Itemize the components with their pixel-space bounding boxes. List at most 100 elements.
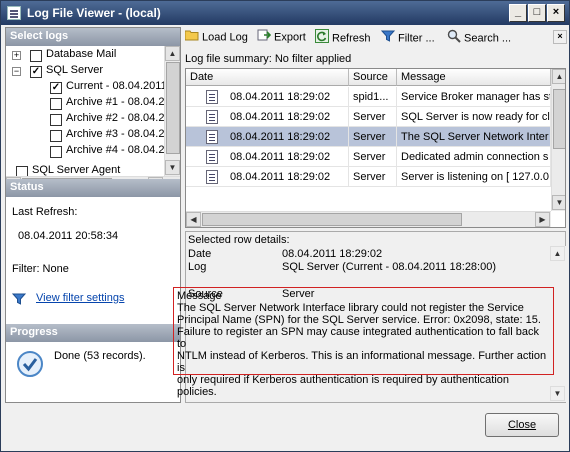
tree-item-archive-2[interactable]: Archive #2 - 08.04.20 <box>6 112 164 128</box>
tree-item-label: Archive #4 - 08.04.20 <box>66 144 164 156</box>
last-refresh-label: Last Refresh: <box>12 206 78 218</box>
row-date: 08.04.2011 18:29:02 <box>230 131 331 143</box>
scrollbar-thumb[interactable] <box>553 89 565 149</box>
maximize-icon: □ <box>533 6 541 18</box>
log-entry-icon <box>206 130 218 144</box>
scroll-up-icon[interactable]: ▲ <box>550 246 565 261</box>
load-log-button[interactable]: Load Log <box>184 29 248 47</box>
column-header-date[interactable]: Date <box>186 69 349 86</box>
close-button-label: Close <box>507 419 537 431</box>
table-row[interactable]: 08.04.2011 18:29:02 Server Server is lis… <box>186 167 551 187</box>
checkbox[interactable] <box>50 130 62 142</box>
view-filter-settings-link[interactable]: View filter settings <box>36 292 124 304</box>
log-entry-icon <box>206 170 218 184</box>
checkbox[interactable] <box>50 98 62 110</box>
log-label: Log <box>188 261 207 273</box>
progress-status: Done (53 records). <box>54 350 146 362</box>
row-date: 08.04.2011 18:29:02 <box>230 111 331 123</box>
log-value: SQL Server (Current - 08.04.2011 18:28:0… <box>282 261 497 273</box>
tree-vertical-scrollbar[interactable]: ▲ ▼ <box>164 46 180 176</box>
refresh-label: Refresh <box>332 32 371 45</box>
close-window-button[interactable]: × <box>547 4 565 22</box>
close-icon: × <box>557 31 563 41</box>
title-bar[interactable]: Log File Viewer - (local) _ □ × <box>1 1 569 25</box>
row-source: Server <box>349 167 397 187</box>
minimize-icon: _ <box>514 6 522 18</box>
refresh-button[interactable]: Refresh <box>315 29 371 47</box>
scroll-up-icon[interactable]: ▲ <box>165 46 180 61</box>
tree-item-current[interactable]: ✓ Current - 08.04.2011 1 <box>6 80 164 96</box>
checkbox[interactable] <box>30 50 42 62</box>
checkbox-checked[interactable]: ✓ <box>30 66 42 78</box>
app-icon <box>7 6 21 20</box>
tree-item-archive-4[interactable]: Archive #4 - 08.04.20 <box>6 144 164 160</box>
message-line: Failure to register an SPN may cause int… <box>177 326 539 350</box>
export-icon <box>257 29 272 46</box>
message-label: Message <box>177 290 222 302</box>
export-button[interactable]: Export <box>257 29 306 47</box>
tree-item-sql-server-agent[interactable]: SQL Server Agent <box>6 164 164 176</box>
row-source: Server <box>349 147 397 167</box>
table-row[interactable]: 08.04.2011 18:29:02 Server SQL Server is… <box>186 107 551 127</box>
grid-vertical-scrollbar[interactable]: ▲ ▼ <box>551 69 565 211</box>
tree-item-sql-server[interactable]: − ✓ SQL Server <box>6 64 164 80</box>
minimize-button[interactable]: _ <box>509 4 527 22</box>
scrollbar-thumb[interactable] <box>202 213 462 226</box>
expand-icon[interactable]: + <box>12 51 21 60</box>
filter-icon <box>380 29 396 48</box>
row-message: The SQL Server Network Inter <box>397 127 551 147</box>
message-line: only required if Kerberos authentication… <box>177 374 510 398</box>
done-check-icon <box>16 350 44 378</box>
close-button[interactable]: Close <box>485 413 559 437</box>
tree-item-label: Archive #3 - 08.04.20 <box>66 128 164 140</box>
row-source: Server <box>349 127 397 147</box>
status-heading: Status <box>6 179 180 197</box>
collapse-icon[interactable]: − <box>12 67 21 76</box>
scroll-up-icon[interactable]: ▲ <box>552 69 565 84</box>
scrollbar-thumb[interactable] <box>166 62 180 154</box>
scroll-down-icon[interactable]: ▼ <box>552 195 565 210</box>
search-icon <box>447 29 461 48</box>
folder-icon <box>184 29 199 46</box>
table-row[interactable]: 08.04.2011 18:29:02 Server Dedicated adm… <box>186 147 551 167</box>
checkbox-checked[interactable]: ✓ <box>50 82 62 94</box>
table-row-selected[interactable]: 08.04.2011 18:29:02 Server The SQL Serve… <box>186 127 551 147</box>
search-button[interactable]: Search ... <box>447 29 511 47</box>
search-label: Search ... <box>464 32 512 45</box>
filter-button[interactable]: Filter ... <box>380 29 435 48</box>
scroll-right-icon[interactable]: ▶ <box>535 212 550 227</box>
toolbar-overflow-button[interactable]: × <box>553 30 567 44</box>
row-date: 08.04.2011 18:29:02 <box>230 91 331 103</box>
tree-item-archive-1[interactable]: Archive #1 - 08.04.20 <box>6 96 164 112</box>
tree-item-label: Current - 08.04.2011 1 <box>66 80 164 92</box>
date-value: 08.04.2011 18:29:02 <box>282 248 383 260</box>
maximize-button[interactable]: □ <box>528 4 546 22</box>
tree-item-label: Archive #2 - 08.04.20 <box>66 112 164 124</box>
row-message: Server is listening on [ 127.0.0. <box>397 167 551 187</box>
row-date: 08.04.2011 18:29:02 <box>230 151 331 163</box>
message-line: Principal Name (SPN) for the SQL Server … <box>177 314 541 326</box>
tree-item-archive-3[interactable]: Archive #3 - 08.04.20 <box>6 128 164 144</box>
row-message: Dedicated admin connection s <box>397 147 551 167</box>
scroll-down-icon[interactable]: ▼ <box>165 160 180 175</box>
scroll-down-icon[interactable]: ▼ <box>550 386 565 401</box>
checkbox[interactable] <box>16 166 28 176</box>
column-header-source[interactable]: Source <box>349 69 397 86</box>
details-heading: Selected row details: <box>188 234 290 246</box>
tree-item-label: SQL Server <box>46 64 104 76</box>
message-line: NTLM instead of Kerberos. This is an inf… <box>177 350 547 374</box>
checkbox[interactable] <box>50 114 62 126</box>
grid-horizontal-scrollbar[interactable]: ◀ ▶ <box>186 211 551 227</box>
row-date: 08.04.2011 18:29:02 <box>230 171 331 183</box>
column-header-message[interactable]: Message <box>397 69 551 86</box>
log-entry-icon <box>206 90 218 104</box>
scroll-left-icon[interactable]: ◀ <box>186 212 201 227</box>
log-entry-icon <box>206 150 218 164</box>
select-logs-heading: Select logs <box>6 28 180 46</box>
filter-icon <box>11 292 27 306</box>
log-grid: Date Source Message 08.04.2011 18:29:02 … <box>185 68 566 228</box>
table-row[interactable]: 08.04.2011 18:29:02 spid1... Service Bro… <box>186 87 551 107</box>
tree-item-database-mail[interactable]: + Database Mail <box>6 48 164 64</box>
row-message: Service Broker manager has st <box>397 87 551 107</box>
checkbox[interactable] <box>50 146 62 158</box>
